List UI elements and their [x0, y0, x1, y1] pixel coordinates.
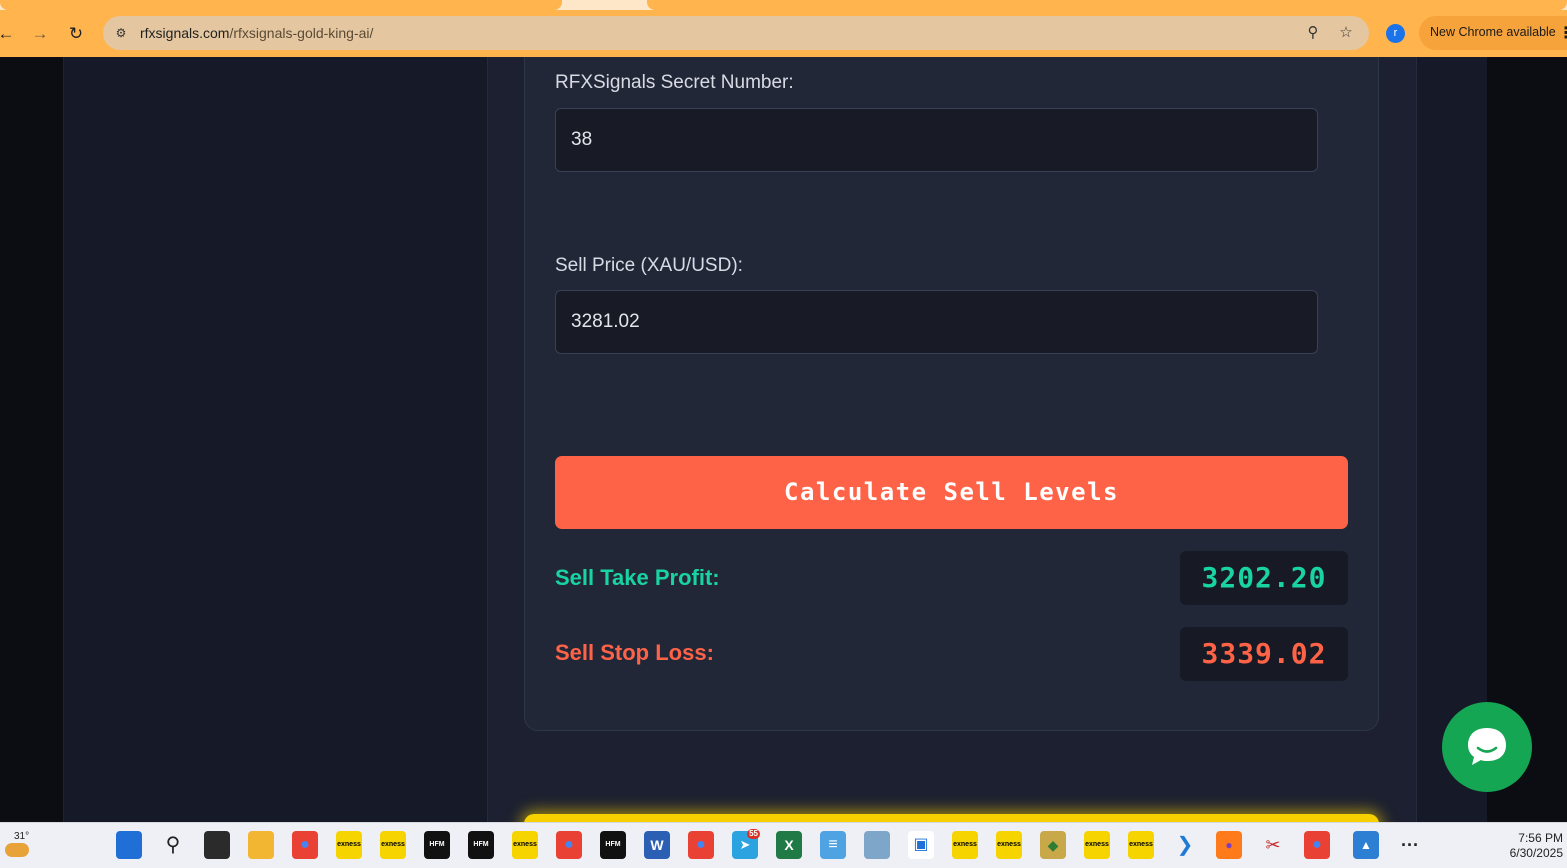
update-label: New Chrome available	[1430, 25, 1556, 39]
file-explorer-icon[interactable]	[248, 831, 274, 859]
excel-icon[interactable]: X	[776, 831, 802, 859]
weather-widget[interactable]: 31°	[2, 829, 36, 863]
notification-badge: 55	[747, 829, 760, 839]
exness-icon[interactable]: exness	[996, 831, 1022, 859]
weather-temp: 31°	[14, 831, 30, 842]
notepad-icon[interactable]: ≡	[820, 831, 846, 859]
taskbar: 31° ⚲ ● exness exness HFM HFM exness ● HFM W ● ➤ 55 X…	[0, 822, 1567, 868]
exness-icon[interactable]: exness	[336, 831, 362, 859]
vscode-icon[interactable]: ❯	[1172, 831, 1198, 859]
exness-icon[interactable]: exness	[1128, 831, 1154, 859]
system-clock[interactable]: 7:56 PM 6/30/2025	[1493, 831, 1563, 861]
task-view-icon[interactable]	[204, 831, 230, 859]
sell-price-input[interactable]	[555, 290, 1318, 354]
paint-icon[interactable]: ◆	[1040, 831, 1066, 859]
stop-loss-value: 3339.02	[1180, 627, 1348, 681]
secret-number-label: RFXSignals Secret Number:	[555, 72, 794, 93]
left-sidebar	[63, 57, 487, 822]
window-icon[interactable]: ▣	[908, 831, 934, 859]
forward-icon[interactable]: →	[28, 22, 52, 46]
address-bar[interactable]: ⚙ rfxsignals.com/rfxsignals-gold-king-ai…	[103, 16, 1369, 50]
browser-tab[interactable]	[0, 0, 562, 10]
chrome-icon[interactable]: ●	[292, 831, 318, 859]
browser-toolbar: ← → ↻ ⚙ rfxsignals.com/rfxsignals-gold-k…	[0, 10, 1567, 57]
calculate-sell-levels-button[interactable]: Calculate Sell Levels	[555, 456, 1348, 529]
clock-time: 7:56 PM	[1518, 831, 1563, 845]
site-info-icon[interactable]: ⚙	[111, 23, 131, 43]
take-profit-value: 3202.20	[1180, 551, 1348, 605]
telegram-icon[interactable]: ➤ 55	[732, 829, 760, 859]
page-content: RFXSignals Secret Number: Sell Price (XA…	[0, 57, 1567, 822]
take-profit-label: Sell Take Profit:	[555, 565, 720, 590]
bookmark-star-icon[interactable]: ☆	[1336, 23, 1356, 43]
exness-icon[interactable]: exness	[380, 831, 406, 859]
control-panel-icon[interactable]	[864, 831, 890, 859]
browser-tab[interactable]	[647, 0, 1567, 10]
clock-date: 6/30/2025	[1509, 846, 1563, 860]
photos-icon[interactable]: ▲	[1353, 831, 1379, 859]
more-icon[interactable]: ···	[1397, 831, 1423, 859]
reload-icon[interactable]: ↻	[64, 22, 88, 46]
chrome-icon[interactable]: ●	[1304, 831, 1330, 859]
hfm-icon[interactable]: HFM	[424, 831, 450, 859]
stop-loss-label: Sell Stop Loss:	[555, 640, 714, 665]
url-domain: rfxsignals.com	[140, 25, 230, 41]
yellow-banner[interactable]	[524, 814, 1379, 822]
profile-avatar[interactable]: r	[1386, 24, 1405, 43]
exness-icon[interactable]: exness	[512, 831, 538, 859]
exness-icon[interactable]: exness	[952, 831, 978, 859]
chat-widget-button[interactable]	[1442, 702, 1532, 792]
secret-number-input[interactable]	[555, 108, 1318, 172]
search-icon[interactable]: ⚲	[160, 831, 186, 859]
exness-icon[interactable]: exness	[1084, 831, 1110, 859]
firefox-icon[interactable]: ●	[1216, 831, 1242, 859]
url-text[interactable]: rfxsignals.com/rfxsignals-gold-king-ai/	[140, 25, 373, 41]
tab-strip	[0, 0, 1567, 10]
weather-icon	[5, 843, 29, 857]
hfm-icon[interactable]: HFM	[468, 831, 494, 859]
hfm-icon[interactable]: HFM	[600, 831, 626, 859]
back-icon[interactable]: ←	[0, 22, 18, 46]
start-icon[interactable]	[116, 831, 142, 859]
chrome-icon[interactable]: ●	[688, 831, 714, 859]
chat-icon	[1468, 728, 1506, 765]
chrome-icon[interactable]: ●	[556, 831, 582, 859]
kebab-menu-icon[interactable]: ⋮	[1558, 23, 1567, 43]
snipping-tool-icon[interactable]: ✂	[1260, 831, 1286, 859]
url-path: /rfxsignals-gold-king-ai/	[229, 25, 374, 41]
chrome-update-button[interactable]: New Chrome available ⋮	[1419, 16, 1567, 50]
sell-price-label: Sell Price (XAU/USD):	[555, 255, 743, 276]
word-icon[interactable]: W	[644, 831, 670, 859]
zoom-icon[interactable]: ⚲	[1303, 23, 1323, 43]
